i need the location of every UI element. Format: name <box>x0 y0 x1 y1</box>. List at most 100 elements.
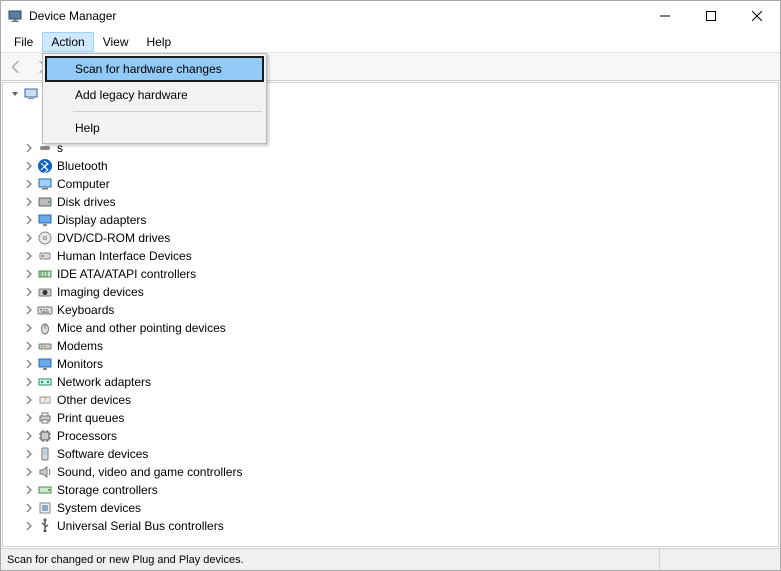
expand-arrow-right-icon[interactable] <box>23 448 35 460</box>
expand-arrow-right-icon[interactable] <box>23 322 35 334</box>
category-label: Software devices <box>57 447 148 461</box>
computer-icon <box>23 86 39 102</box>
expand-arrow-right-icon[interactable] <box>23 160 35 172</box>
category-label: Monitors <box>57 357 103 371</box>
expand-arrow-right-icon[interactable] <box>23 430 35 442</box>
display-icon <box>37 212 53 228</box>
usb-icon <box>37 518 53 534</box>
tree-category-row[interactable]: Human Interface Devices <box>5 247 778 265</box>
device-tree: s BluetoothComputerDisk drivesDisplay ad… <box>5 85 778 535</box>
tree-category-row[interactable]: Network adapters <box>5 373 778 391</box>
disk-icon <box>37 194 53 210</box>
expand-arrow-right-icon[interactable] <box>23 178 35 190</box>
hid-icon <box>37 248 53 264</box>
titlebar: Device Manager <box>1 1 780 31</box>
storage-icon <box>37 482 53 498</box>
keyboard-icon <box>37 302 53 318</box>
tree-category-row[interactable]: Sound, video and game controllers <box>5 463 778 481</box>
expand-arrow-right-icon[interactable] <box>23 466 35 478</box>
category-label: Storage controllers <box>57 483 158 497</box>
ide-icon <box>37 266 53 282</box>
category-label: Bluetooth <box>57 159 108 173</box>
category-label: Other devices <box>57 393 131 407</box>
action-dropdown: Scan for hardware changes Add legacy har… <box>42 53 267 144</box>
tree-category-row[interactable]: Disk drives <box>5 193 778 211</box>
dropdown-scan-hardware[interactable]: Scan for hardware changes <box>45 56 264 82</box>
category-label: Keyboards <box>57 303 114 317</box>
back-button[interactable] <box>5 56 27 78</box>
expand-arrow-right-icon[interactable] <box>23 376 35 388</box>
expand-arrow-right-icon[interactable] <box>23 304 35 316</box>
category-label: Mice and other pointing devices <box>57 321 226 335</box>
expand-arrow-right-icon[interactable] <box>23 268 35 280</box>
tree-category-row[interactable]: DVD/CD-ROM drives <box>5 229 778 247</box>
category-label: Imaging devices <box>57 285 144 299</box>
category-label: System devices <box>57 501 141 515</box>
menu-action[interactable]: Action <box>42 32 93 52</box>
device-tree-pane[interactable]: s BluetoothComputerDisk drivesDisplay ad… <box>2 82 779 547</box>
menu-view[interactable]: View <box>94 32 138 52</box>
tree-category-row[interactable]: Computer <box>5 175 778 193</box>
window-controls <box>642 1 780 31</box>
tree-category-row[interactable]: ? Other devices <box>5 391 778 409</box>
tree-category-row[interactable]: Monitors <box>5 355 778 373</box>
minimize-button[interactable] <box>642 1 688 31</box>
status-panel-right <box>660 549 780 570</box>
menu-help[interactable]: Help <box>138 32 181 52</box>
expand-arrow-right-icon[interactable] <box>23 502 35 514</box>
computer-icon <box>37 176 53 192</box>
tree-category-row[interactable]: Processors <box>5 427 778 445</box>
dropdown-help[interactable]: Help <box>45 115 264 141</box>
processor-icon <box>37 428 53 444</box>
expand-arrow-right-icon[interactable] <box>23 340 35 352</box>
mouse-icon <box>37 320 53 336</box>
tree-category-row[interactable]: Mice and other pointing devices <box>5 319 778 337</box>
tree-category-row[interactable]: IDE ATA/ATAPI controllers <box>5 265 778 283</box>
category-label: Network adapters <box>57 375 151 389</box>
expand-arrow-right-icon[interactable] <box>23 232 35 244</box>
dropdown-item-label: Add legacy hardware <box>75 88 188 102</box>
tree-category-row[interactable]: Storage controllers <box>5 481 778 499</box>
menu-file[interactable]: File <box>5 32 42 52</box>
device-manager-window: Device Manager File Action View Help <box>0 0 781 571</box>
bluetooth-icon <box>37 158 53 174</box>
dropdown-separator <box>73 111 262 112</box>
imaging-icon <box>37 284 53 300</box>
expand-arrow-right-icon[interactable] <box>23 196 35 208</box>
expand-arrow-right-icon[interactable] <box>23 250 35 262</box>
tree-category-row[interactable]: Universal Serial Bus controllers <box>5 517 778 535</box>
close-button[interactable] <box>734 1 780 31</box>
tree-category-row[interactable]: Display adapters <box>5 211 778 229</box>
tree-category-row[interactable]: Bluetooth <box>5 157 778 175</box>
other-icon: ? <box>37 392 53 408</box>
dvd-icon <box>37 230 53 246</box>
category-label: Disk drives <box>57 195 116 209</box>
tree-category-row[interactable]: Software devices <box>5 445 778 463</box>
expand-arrow-right-icon[interactable] <box>23 412 35 424</box>
monitor-icon <box>37 356 53 372</box>
category-label: IDE ATA/ATAPI controllers <box>57 267 196 281</box>
expand-arrow-right-icon[interactable] <box>23 394 35 406</box>
category-label: Display adapters <box>57 213 146 227</box>
tree-category-row[interactable]: System devices <box>5 499 778 517</box>
maximize-button[interactable] <box>688 1 734 31</box>
expand-arrow-right-icon[interactable] <box>23 520 35 532</box>
tree-category-row[interactable]: Imaging devices <box>5 283 778 301</box>
expand-arrow-right-icon[interactable] <box>23 214 35 226</box>
expand-arrow-right-icon[interactable] <box>23 286 35 298</box>
dropdown-add-legacy[interactable]: Add legacy hardware <box>45 82 264 108</box>
window-title: Device Manager <box>29 9 642 23</box>
system-icon <box>37 500 53 516</box>
expand-arrow-right-icon[interactable] <box>23 358 35 370</box>
expand-arrow-right-icon[interactable] <box>23 484 35 496</box>
expand-arrow-down-icon[interactable] <box>9 88 21 100</box>
category-label: Print queues <box>57 411 124 425</box>
network-icon <box>37 374 53 390</box>
tree-category-row[interactable]: Keyboards <box>5 301 778 319</box>
expand-arrow-right-icon[interactable] <box>23 142 35 154</box>
category-label: Universal Serial Bus controllers <box>57 519 224 533</box>
tree-category-row[interactable]: Modems <box>5 337 778 355</box>
tree-category-row[interactable]: Print queues <box>5 409 778 427</box>
category-label: Human Interface Devices <box>57 249 192 263</box>
menubar: File Action View Help <box>1 31 780 53</box>
